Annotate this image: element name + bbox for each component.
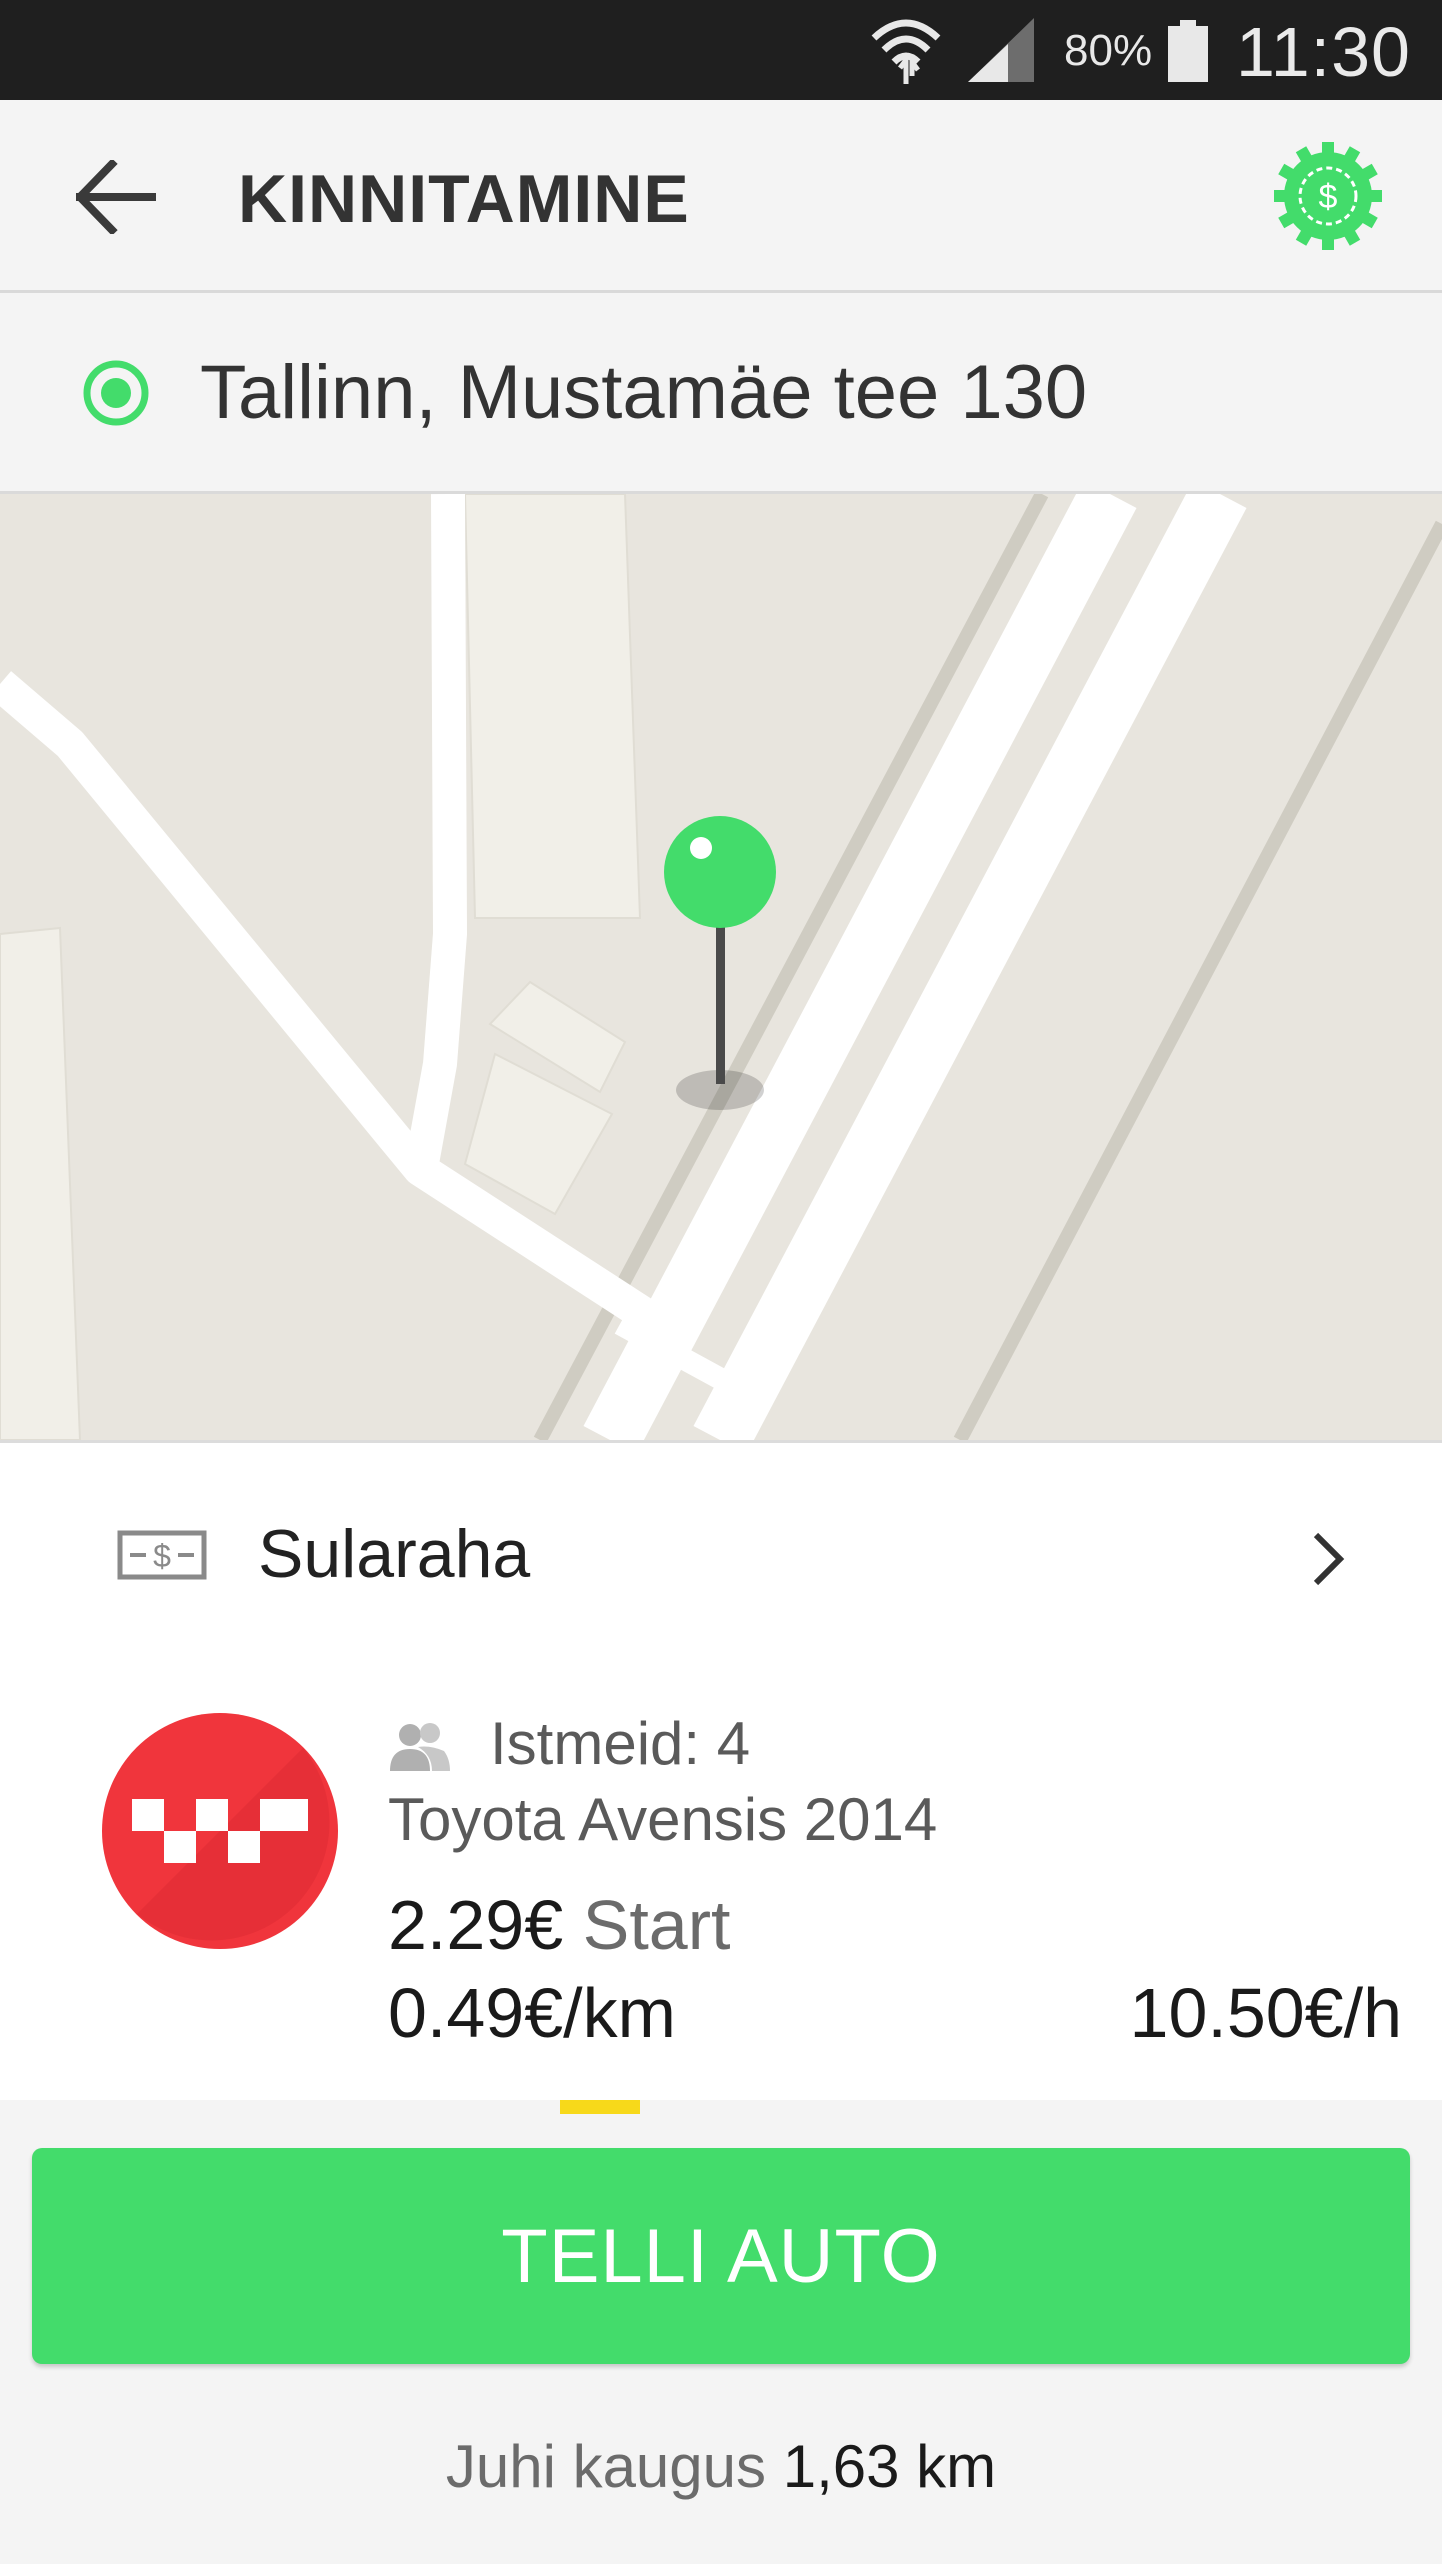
distance-value: 1,63 km (782, 2433, 997, 2500)
page-indicator (560, 2100, 640, 2114)
battery-percent: 80% (1064, 26, 1153, 75)
payment-method-row[interactable]: $ Sularaha (0, 1440, 1442, 1670)
signal-icon (968, 18, 1034, 82)
price-per-km: 0.49€/km (388, 1974, 676, 2052)
chevron-right-icon (1313, 1532, 1345, 1586)
distance-label: Juhi kaugus (445, 2433, 767, 2500)
seats-icon (390, 1723, 450, 1771)
order-car-button[interactable]: TELLI AUTO (32, 2148, 1410, 2364)
pickup-address-row[interactable]: Tallinn, Mustamäe tee 130 (0, 293, 1442, 494)
car-model: Toyota Avensis 2014 (388, 1786, 938, 1853)
map-view[interactable] (0, 494, 1442, 1440)
battery-icon (1168, 20, 1208, 82)
svg-text:$: $ (1319, 178, 1338, 216)
start-price: 2.29€ (388, 1886, 564, 1964)
clock: 11:30 (1236, 13, 1411, 91)
payment-method-label: Sularaha (258, 1516, 531, 1592)
app-bar: KINNITAMINE $ (0, 100, 1442, 293)
page-title: KINNITAMINE (238, 161, 690, 237)
location-dot-icon (83, 360, 149, 426)
svg-text:$: $ (153, 1538, 171, 1574)
dollar-badge-icon[interactable]: $ (1272, 140, 1384, 252)
cash-icon: $ (117, 1530, 207, 1580)
pickup-address: Tallinn, Mustamäe tee 130 (200, 350, 1088, 435)
map-pin-icon (664, 816, 776, 928)
start-price-line: 2.29€ Start (388, 1885, 730, 1965)
price-per-hour: 10.50€/h (1129, 1974, 1402, 2052)
driver-distance: Juhi kaugus 1,63 km (0, 2432, 1442, 2501)
map-canvas (0, 494, 1442, 1440)
status-bar: 80% 11:30 (0, 0, 1442, 100)
wifi-icon (871, 19, 941, 84)
seat-count: Istmeid: 4 (490, 1710, 751, 1777)
taxi-checker-icon (102, 1713, 338, 1949)
arrow-left-icon[interactable] (76, 160, 156, 234)
car-info-card: Istmeid: 4 Toyota Avensis 2014 2.29€ Sta… (0, 1667, 1442, 2100)
start-label: Start (582, 1886, 731, 1964)
